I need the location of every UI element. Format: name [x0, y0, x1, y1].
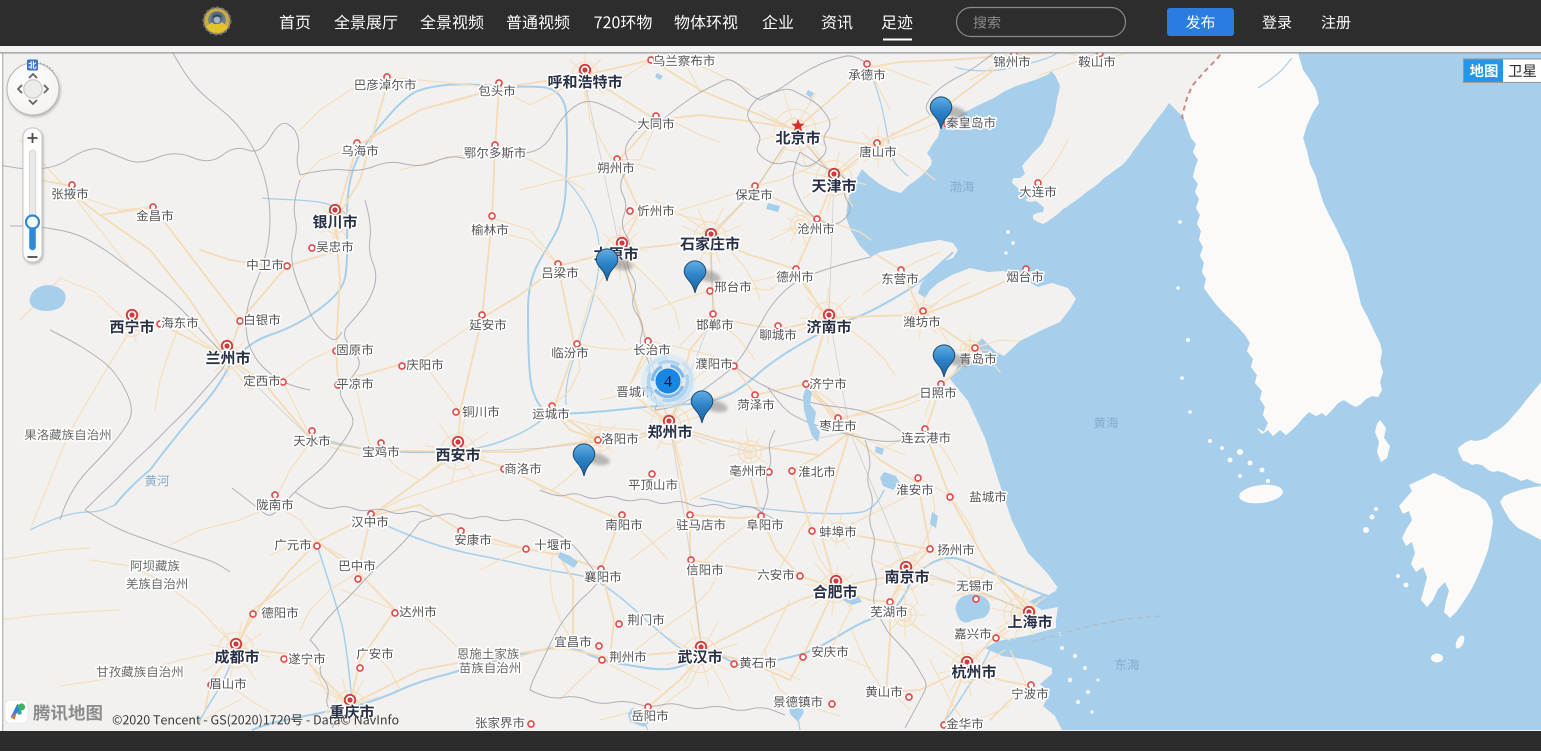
svg-text:4: 4 — [664, 374, 672, 391]
